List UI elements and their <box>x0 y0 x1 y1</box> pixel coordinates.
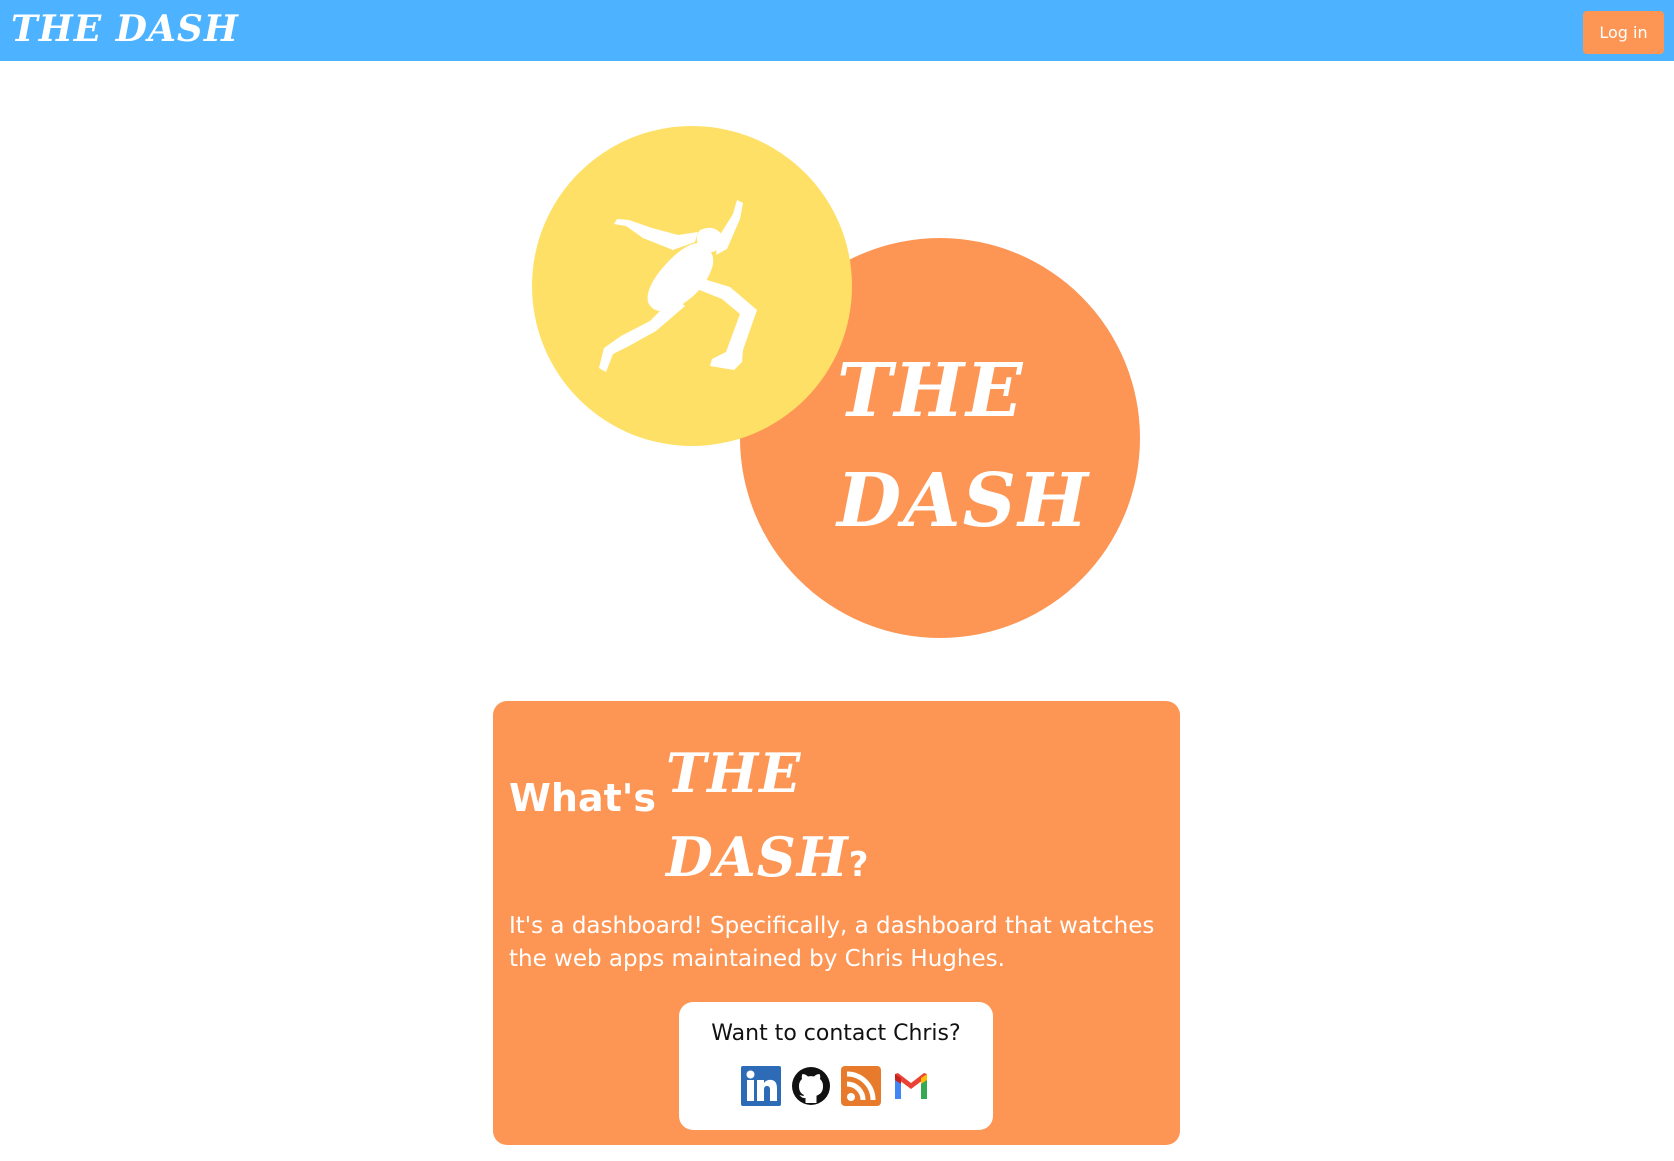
runner-icon <box>599 200 757 372</box>
hero-title-line-1: THE <box>837 348 1025 434</box>
yellow-circle <box>532 126 852 446</box>
about-description: It's a dashboard! Specifically, a dashbo… <box>509 913 1155 972</box>
heading-logo-line-2-text: DASH <box>666 825 849 889</box>
github-icon[interactable] <box>791 1066 831 1106</box>
top-navbar: THE DASH Log in <box>0 0 1674 61</box>
heading-logo: THE DASH? <box>666 731 869 907</box>
heading-logo-line-2: DASH? <box>666 815 869 907</box>
heading-logo-line-1: THE <box>666 741 802 805</box>
hero-title: THE DASH <box>837 336 1090 556</box>
hero-title-line-2: DASH <box>837 458 1090 544</box>
about-card: What's THE DASH? It's a dashboard! Speci… <box>493 701 1180 1145</box>
rss-icon[interactable] <box>841 1066 881 1106</box>
brand-logo[interactable]: THE DASH <box>11 7 239 51</box>
contact-links <box>741 1066 941 1108</box>
login-button[interactable]: Log in <box>1583 11 1664 54</box>
contact-box: Want to contact Chris? <box>679 1002 993 1130</box>
heading-prefix: What's <box>509 776 657 820</box>
contact-title: Want to contact Chris? <box>711 1021 961 1046</box>
gmail-icon[interactable] <box>891 1066 931 1106</box>
about-heading: What's THE DASH? <box>509 731 929 889</box>
linkedin-icon[interactable] <box>741 1066 781 1106</box>
hero-logo: THE DASH <box>532 126 1142 640</box>
heading-question-mark: ? <box>848 845 870 885</box>
